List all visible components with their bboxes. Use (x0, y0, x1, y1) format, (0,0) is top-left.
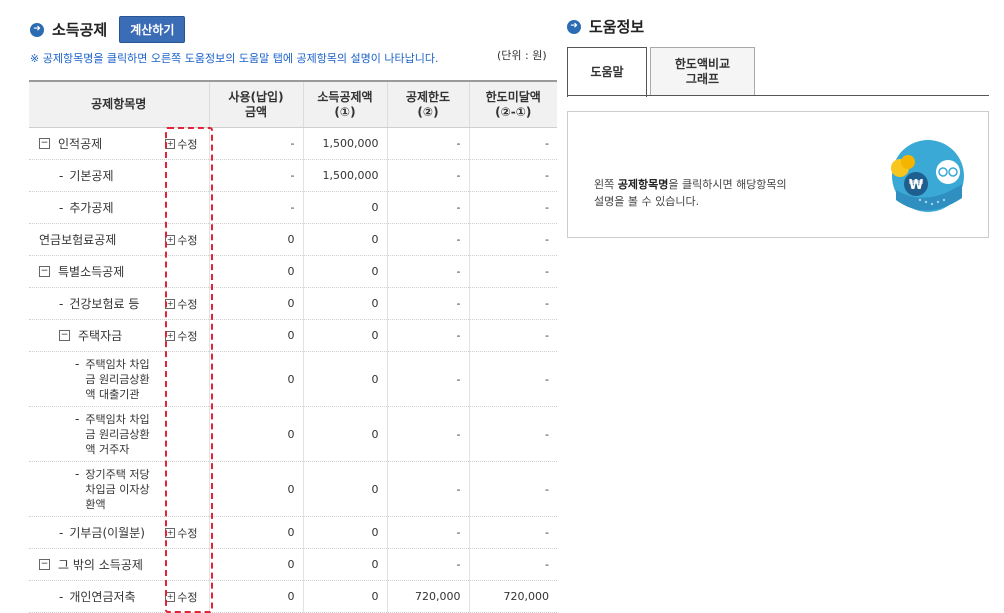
svg-text:₩: ₩ (909, 178, 924, 193)
plus-icon: + (165, 298, 176, 309)
edit-button[interactable]: + 수정 (165, 525, 200, 541)
table-row: − 그 밖의 소득공제 0 0 - - (29, 548, 557, 581)
item-name-basic[interactable]: - 기본공제 (29, 167, 114, 184)
deduction-header: ➜ 소득공제 계산하기 (30, 16, 186, 43)
collapse-icon[interactable]: − (39, 138, 50, 149)
item-name-lease-lender[interactable]: - 주택임차 차입 금 원리금상환 액 대출기관 (29, 357, 150, 402)
item-name-personal-pension[interactable]: - 개인연금저축 (29, 588, 136, 605)
item-name-donation[interactable]: - 기부금(이월분) (29, 524, 145, 541)
plus-icon: + (165, 591, 176, 602)
table-row: − 특별소득공제 0 0 - - (29, 255, 557, 288)
table-row: - 기부금(이월분) + 수정 0 0 - - (29, 516, 557, 549)
item-name-pension[interactable]: 연금보험료공제 (29, 231, 116, 248)
plus-icon: + (165, 527, 176, 538)
col-item: 공제항목명 (29, 80, 209, 128)
arrow-circle-icon: ➜ (567, 19, 581, 34)
unit-label: (단위 : 원) (497, 49, 547, 62)
collapse-icon[interactable]: − (39, 559, 50, 570)
table-row: - 개인연금저축 + 수정 0 0 720,000 720,000 (29, 580, 557, 613)
plus-icon: + (165, 330, 176, 341)
edit-button[interactable]: + 수정 (165, 232, 200, 248)
edit-button[interactable]: + 수정 (165, 296, 200, 312)
plus-icon: + (165, 234, 176, 245)
deduction-table: 공제항목명 사용(납입) 금액 소득공제액 (①) 공제한도 (②) 한도미달액 (②-… (29, 80, 557, 613)
help-message: 왼쪽 공제항목명을 클릭하시면 해당항목의 설명을 볼 수 있습니다. (594, 178, 787, 208)
collapse-icon[interactable]: − (59, 330, 70, 341)
edit-button[interactable]: + 수정 (165, 328, 200, 344)
table-row: - 장기주택 저당 차입금 이자상 환액 0 0 - - (29, 461, 557, 517)
arrow-circle-icon: ➜ (30, 22, 44, 37)
deduction-title: 소득공제 (52, 21, 108, 39)
help-tabs: 도움말 한도액비교 그래프 (567, 47, 758, 97)
table-row: - 주택임차 차입 금 원리금상환 액 거주자 0 0 - - (29, 406, 557, 462)
table-row: 연금보험료공제 + 수정 0 0 - - (29, 223, 557, 256)
table-header-row: 공제항목명 사용(납입) 금액 소득공제액 (①) 공제한도 (②) 한도미달액 (②-… (29, 80, 557, 128)
calculate-button[interactable]: 계산하기 (119, 16, 186, 43)
help-header: ➜ 도움정보 (567, 16, 644, 37)
col-under: 한도미달액 (②-①) (468, 80, 557, 128)
item-name-additional[interactable]: - 추가공제 (29, 199, 114, 216)
col-limit: 공제한도 (②) (386, 80, 469, 128)
table-row: - 주택임차 차입 금 원리금상환 액 대출기관 0 0 - - (29, 351, 557, 407)
item-name-housing[interactable]: − 주택자금 (29, 327, 122, 344)
col-use: 사용(납입) 금액 (208, 80, 303, 128)
tab-limit-graph[interactable]: 한도액비교 그래프 (650, 47, 755, 95)
table-row: - 건강보험료 등 + 수정 0 0 - - (29, 287, 557, 320)
item-name-special[interactable]: − 특별소득공제 (29, 263, 124, 280)
edit-button[interactable]: + 수정 (165, 136, 200, 152)
collapse-icon[interactable]: − (39, 266, 50, 277)
plus-icon: + (165, 138, 176, 149)
table-row: − 인적공제 + 수정 - 1,500,000 - - (29, 127, 557, 160)
item-name-health[interactable]: - 건강보험료 등 (29, 295, 139, 312)
item-name-lease-resident[interactable]: - 주택임차 차입 금 원리금상환 액 거주자 (29, 412, 150, 457)
help-title: 도움정보 (589, 18, 645, 36)
tab-help[interactable]: 도움말 (567, 47, 647, 97)
item-name-other[interactable]: − 그 밖의 소득공제 (29, 556, 143, 573)
edit-button[interactable]: + 수정 (165, 589, 200, 605)
table-row: - 추가공제 - 0 - - (29, 191, 557, 224)
table-row: − 주택자금 + 수정 0 0 - - (29, 319, 557, 352)
tax-coin-illustration-icon: ₩ (891, 140, 964, 212)
col-amount: 소득공제액 (①) (302, 80, 387, 128)
table-row: - 기본공제 - 1,500,000 - - (29, 159, 557, 192)
item-name-personal[interactable]: − 인적공제 (29, 135, 102, 152)
help-panel: 왼쪽 공제항목명을 클릭하시면 해당항목의 설명을 볼 수 있습니다. ₩ (567, 111, 989, 238)
tab-divider (567, 95, 989, 96)
item-name-mortgage[interactable]: - 장기주택 저당 차입금 이자상 환액 (29, 467, 150, 512)
notice-text: ※ 공제항목명을 클릭하면 오른쪽 도움정보의 도움말 탭에 공제항목의 설명이… (30, 52, 439, 65)
